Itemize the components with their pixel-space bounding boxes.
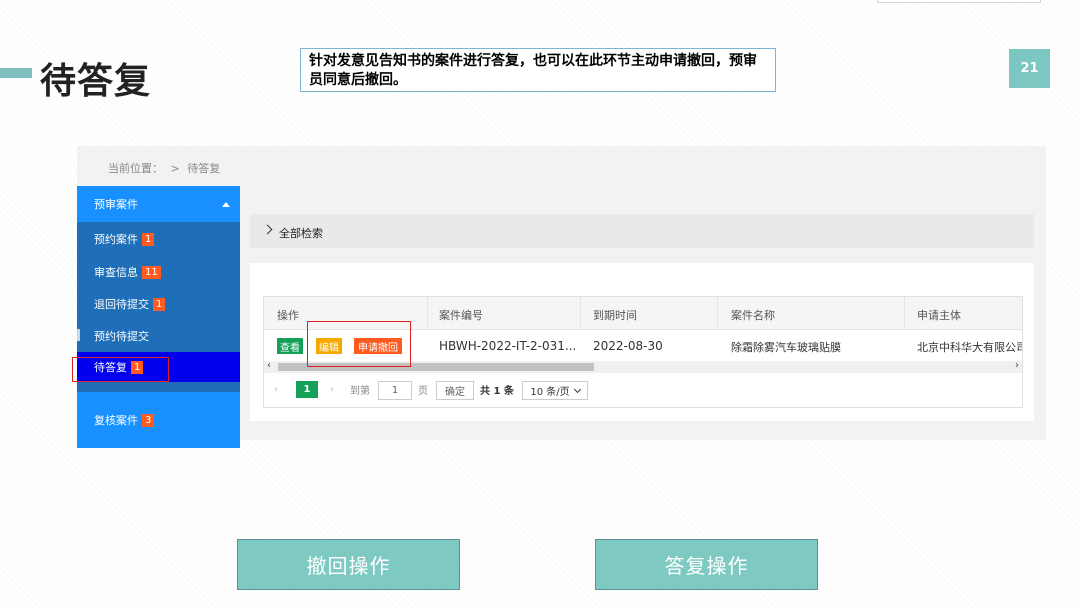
column-header-case-name: 案件名称	[731, 309, 775, 322]
column-header-actions: 操作	[277, 309, 299, 322]
instruction-note: 针对发意见告知书的案件进行答复，也可以在此环节主动申请撤回，预审员同意后撤回。	[300, 48, 776, 92]
breadcrumb-label: 当前位置：	[108, 162, 163, 175]
due-date-cell: 2022-08-30	[593, 339, 663, 353]
total-count: 共 1 条	[480, 386, 514, 397]
sidebar-item-label: 退回待提交	[94, 298, 149, 311]
column-divider	[427, 297, 428, 329]
count-badge: 1	[142, 232, 155, 246]
title-accent-bar	[0, 68, 32, 78]
view-button[interactable]: 查看	[277, 338, 303, 354]
breadcrumb-current[interactable]: 待答复	[187, 162, 220, 175]
sidebar-group-recheck-cases[interactable]: 复核案件 3	[77, 392, 240, 448]
page-size-select[interactable]: 10 条/页	[522, 381, 588, 400]
top-tab-outline	[877, 0, 1041, 3]
scroll-left-icon[interactable]: ‹	[267, 360, 271, 371]
sidebar-item-review-info[interactable]: 审查信息 11	[77, 257, 240, 287]
sidebar-item-label: 预约案件	[94, 233, 138, 246]
count-badge: 11	[142, 265, 161, 279]
sidebar-group-label: 预审案件	[94, 198, 138, 211]
slide-title: 待答复	[40, 61, 152, 102]
chevron-down-icon	[573, 385, 581, 393]
column-divider	[580, 297, 581, 329]
sidebar-item-reserved-pending[interactable]: 预约待提交	[77, 321, 240, 351]
current-page-button[interactable]: 1	[296, 381, 318, 398]
goto-label: 到第	[350, 386, 370, 397]
sidebar-item-label: 复核案件	[94, 414, 138, 427]
column-header-due-date: 到期时间	[593, 309, 637, 322]
sidebar: 预审案件 预约案件 1 审查信息 11 退回待提交 1 预约待提交 待答复 1 …	[77, 186, 240, 448]
prev-page-icon[interactable]: ‹	[274, 381, 278, 398]
page-number: 21	[1009, 49, 1050, 88]
sidebar-indicator	[77, 329, 80, 341]
sidebar-group-preexam[interactable]: 预审案件	[77, 186, 240, 222]
page-size-value: 10 条/页	[530, 387, 570, 398]
sidebar-item-returned-pending[interactable]: 退回待提交 1	[77, 289, 240, 319]
scroll-right-icon[interactable]: ›	[1015, 360, 1019, 371]
collapse-arrow-icon	[222, 202, 230, 207]
sidebar-item-reserved-cases[interactable]: 预约案件 1	[77, 224, 240, 254]
count-badge: 1	[153, 297, 166, 311]
applicant-cell: 北京中科华大有限公司	[917, 341, 1022, 354]
page-label: 页	[418, 386, 428, 397]
withdraw-operation-button[interactable]: 撤回操作	[237, 539, 460, 590]
pagination: ‹ 1 › 到第 1 页 确定 共 1 条 10 条/页	[264, 379, 1022, 401]
breadcrumb: 当前位置： > 待答复	[108, 160, 224, 176]
column-divider	[904, 297, 905, 329]
reply-operation-button[interactable]: 答复操作	[595, 539, 818, 590]
count-badge: 3	[142, 413, 155, 427]
sidebar-item-label: 预约待提交	[94, 330, 149, 343]
next-page-icon[interactable]: ›	[330, 381, 334, 398]
column-header-case-no: 案件编号	[439, 309, 483, 322]
breadcrumb-separator: >	[170, 162, 180, 175]
column-header-applicant: 申请主体	[917, 309, 961, 322]
column-divider	[717, 297, 718, 329]
case-name-cell: 除霜除雾汽车玻璃贴膜	[731, 341, 841, 354]
search-toggle-label[interactable]: 全部检索	[279, 225, 323, 241]
highlight-box-actions	[307, 321, 411, 367]
confirm-goto-button[interactable]: 确定	[436, 381, 474, 400]
sidebar-item-label: 审查信息	[94, 266, 138, 279]
goto-page-input[interactable]: 1	[378, 381, 412, 400]
case-number-cell[interactable]: HBWH-2022-IT-2-031...	[439, 339, 575, 353]
highlight-box-awaiting-reply	[72, 357, 169, 382]
search-panel[interactable]	[250, 214, 1034, 248]
